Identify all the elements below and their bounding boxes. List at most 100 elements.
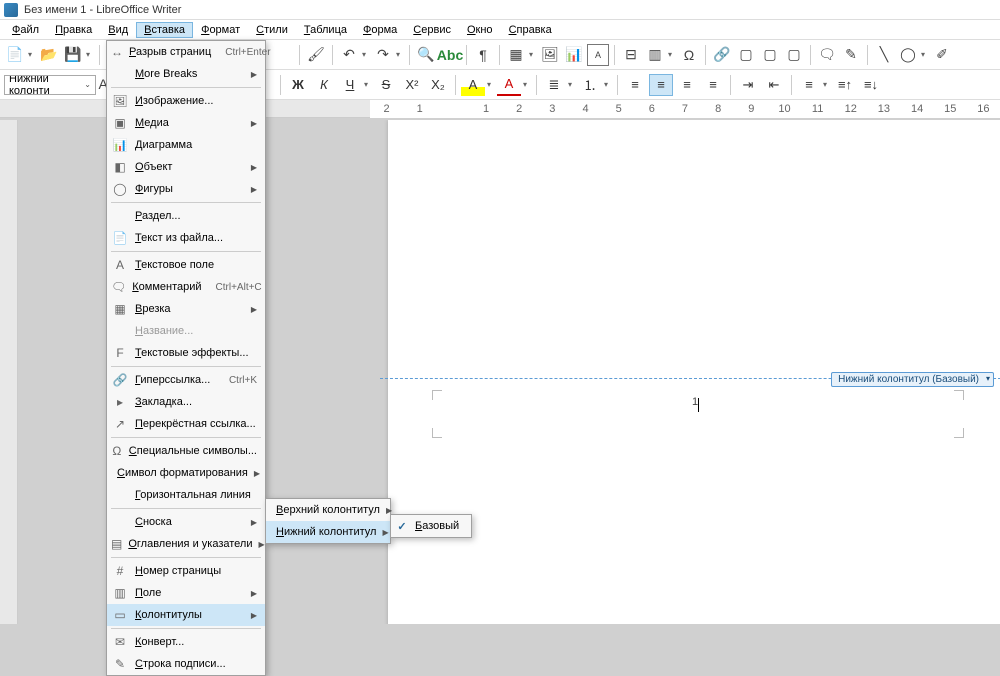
menu-9[interactable]: Окно <box>459 22 501 38</box>
menu-item-label: Название... <box>135 325 257 337</box>
menu-6[interactable]: Таблица <box>296 22 355 38</box>
footer-tag-button[interactable]: Нижний колонтитул (Базовый) <box>831 372 994 387</box>
menu-10[interactable]: Справка <box>501 22 560 38</box>
paraspacing-inc-button[interactable]: ≡↑ <box>833 74 857 96</box>
bold-button[interactable]: Ж <box>286 74 310 96</box>
document-page[interactable]: Нижний колонтитул (Базовый) 1 <box>388 120 1000 624</box>
menu-item[interactable]: Сноска▶ <box>107 511 265 533</box>
bullets-button[interactable]: ≣ <box>542 74 566 96</box>
menu-item[interactable]: 🗨КомментарийCtrl+Alt+C <box>107 276 265 298</box>
superscript-button[interactable]: X² <box>400 74 424 96</box>
insert-menu-dropdown[interactable]: ↔Разрыв страницCtrl+EnterMore Breaks▶ 🖼Из… <box>106 40 266 676</box>
open-button[interactable]: 📂 <box>38 44 60 66</box>
menu-item[interactable]: ΩСпециальные символы... <box>107 440 265 462</box>
numbering-button[interactable]: ⒈ <box>578 74 602 96</box>
menu-item[interactable]: ▭Колонтитулы▶ <box>107 604 265 626</box>
fontcolor-button[interactable]: A <box>497 74 521 96</box>
menu-item[interactable]: FТекстовые эффекты... <box>107 342 265 364</box>
vertical-ruler[interactable] <box>0 120 18 624</box>
menu-item[interactable]: ▤Оглавления и указатели▶ <box>107 533 265 555</box>
menu-item[interactable]: Нижний колонтитул▶ <box>266 521 390 543</box>
menu-item-icon: 🔗 <box>111 373 129 387</box>
symbol-button[interactable]: Ω <box>678 44 700 66</box>
menu-item[interactable]: Символ форматирования▶ <box>107 462 265 484</box>
menu-5[interactable]: Стили <box>248 22 296 38</box>
menu-3[interactable]: Вставка <box>136 22 193 38</box>
comment-button[interactable]: 🗨 <box>816 44 838 66</box>
menu-8[interactable]: Сервис <box>405 22 459 38</box>
footer-submenu[interactable]: ✓Базовый <box>390 514 472 538</box>
menubar[interactable]: ФайлПравкаВидВставкаФорматСтилиТаблицаФо… <box>0 20 1000 40</box>
line-button[interactable]: ╲ <box>873 44 895 66</box>
underline-button[interactable]: Ч <box>338 74 362 96</box>
hyperlink-button[interactable]: 🔗 <box>711 44 733 66</box>
align-justify-button[interactable]: ≡ <box>701 74 725 96</box>
align-center-button[interactable]: ≡ <box>649 74 673 96</box>
menu-item[interactable]: More Breaks▶ <box>107 63 265 85</box>
redo-button[interactable]: ↷ <box>372 44 394 66</box>
menu-item[interactable]: ▦Врезка▶ <box>107 298 265 320</box>
menu-item[interactable]: 📊Диаграмма <box>107 134 265 156</box>
menu-7[interactable]: Форма <box>355 22 405 38</box>
menu-item[interactable]: ▥Поле▶ <box>107 582 265 604</box>
app-icon <box>4 3 18 17</box>
menu-1[interactable]: Правка <box>47 22 100 38</box>
paintbrush-button[interactable]: 🖌 <box>305 44 327 66</box>
menu-item[interactable]: #Номер страницы <box>107 560 265 582</box>
header-footer-submenu[interactable]: Верхний колонтитул▶Нижний колонтитул▶ <box>265 498 391 544</box>
indent-dec-button[interactable]: ⇤ <box>762 74 786 96</box>
nonprinting-button[interactable]: ¶ <box>472 44 494 66</box>
menu-item[interactable]: ↗Перекрёстная ссылка... <box>107 413 265 435</box>
field-button[interactable]: ▥ <box>644 44 666 66</box>
footer-content[interactable]: 1 <box>436 394 960 434</box>
crossref-button[interactable]: ▢ <box>783 44 805 66</box>
menu-item[interactable]: ▸Закладка... <box>107 391 265 413</box>
draw-button[interactable]: ✐ <box>931 44 953 66</box>
trackchanges-button[interactable]: ✎ <box>840 44 862 66</box>
textbox-button[interactable]: A <box>587 44 609 66</box>
menu-item[interactable]: ✓Базовый <box>391 515 471 537</box>
find-button[interactable]: 🔍 <box>415 44 437 66</box>
highlight-button[interactable]: A <box>461 74 485 96</box>
strike-button[interactable]: S <box>374 74 398 96</box>
subscript-button[interactable]: X₂ <box>426 74 450 96</box>
menu-item[interactable]: ✎ Строка подписи... <box>107 653 265 675</box>
menu-4[interactable]: Формат <box>193 22 248 38</box>
menu-item-icon: ✎ <box>111 657 129 671</box>
window-title: Без имени 1 - LibreOffice Writer <box>24 4 181 16</box>
menu-2[interactable]: Вид <box>100 22 136 38</box>
menu-0[interactable]: Файл <box>4 22 47 38</box>
shapes-button[interactable]: ◯ <box>897 44 919 66</box>
pagebreak-button[interactable]: ⊟ <box>620 44 642 66</box>
footnote-button[interactable]: ▢ <box>735 44 757 66</box>
menu-item[interactable]: 📄Текст из файла... <box>107 227 265 249</box>
menu-item[interactable]: ◯Фигуры▶ <box>107 178 265 200</box>
menu-item[interactable]: ◧Объект▶ <box>107 156 265 178</box>
menu-item-accel: Ctrl+Alt+C <box>216 282 262 293</box>
menu-item-label: Строка подписи... <box>135 658 257 670</box>
menu-item[interactable]: Раздел... <box>107 205 265 227</box>
menu-item[interactable]: Горизонтальная линия <box>107 484 265 506</box>
paragraph-style-combo[interactable]: Нижний колонти ⌄ <box>4 75 96 95</box>
table-button[interactable]: ▦ <box>505 44 527 66</box>
align-left-button[interactable]: ≡ <box>623 74 647 96</box>
spellcheck-button[interactable]: Abc <box>439 44 461 66</box>
bookmark2-button[interactable]: ▢ <box>759 44 781 66</box>
menu-item[interactable]: 🖼Изображение... <box>107 90 265 112</box>
menu-item[interactable]: ✉Конверт... <box>107 631 265 653</box>
menu-item[interactable]: Верхний колонтитул▶ <box>266 499 390 521</box>
menu-item[interactable]: AТекстовое поле <box>107 254 265 276</box>
image-button[interactable]: 🖼 <box>539 44 561 66</box>
new-button[interactable]: 📄 <box>4 44 26 66</box>
menu-item[interactable]: ↔Разрыв страницCtrl+Enter <box>107 41 265 63</box>
menu-item[interactable]: 🔗Гиперссылка...Ctrl+K <box>107 369 265 391</box>
indent-inc-button[interactable]: ⇥ <box>736 74 760 96</box>
chart-button[interactable]: 📊 <box>563 44 585 66</box>
italic-button[interactable]: К <box>312 74 336 96</box>
paraspacing-dec-button[interactable]: ≡↓ <box>859 74 883 96</box>
linespacing-button[interactable]: ≡ <box>797 74 821 96</box>
undo-button[interactable]: ↶ <box>338 44 360 66</box>
menu-item[interactable]: ▣Медиа▶ <box>107 112 265 134</box>
align-right-button[interactable]: ≡ <box>675 74 699 96</box>
save-button[interactable]: 💾 <box>62 44 84 66</box>
